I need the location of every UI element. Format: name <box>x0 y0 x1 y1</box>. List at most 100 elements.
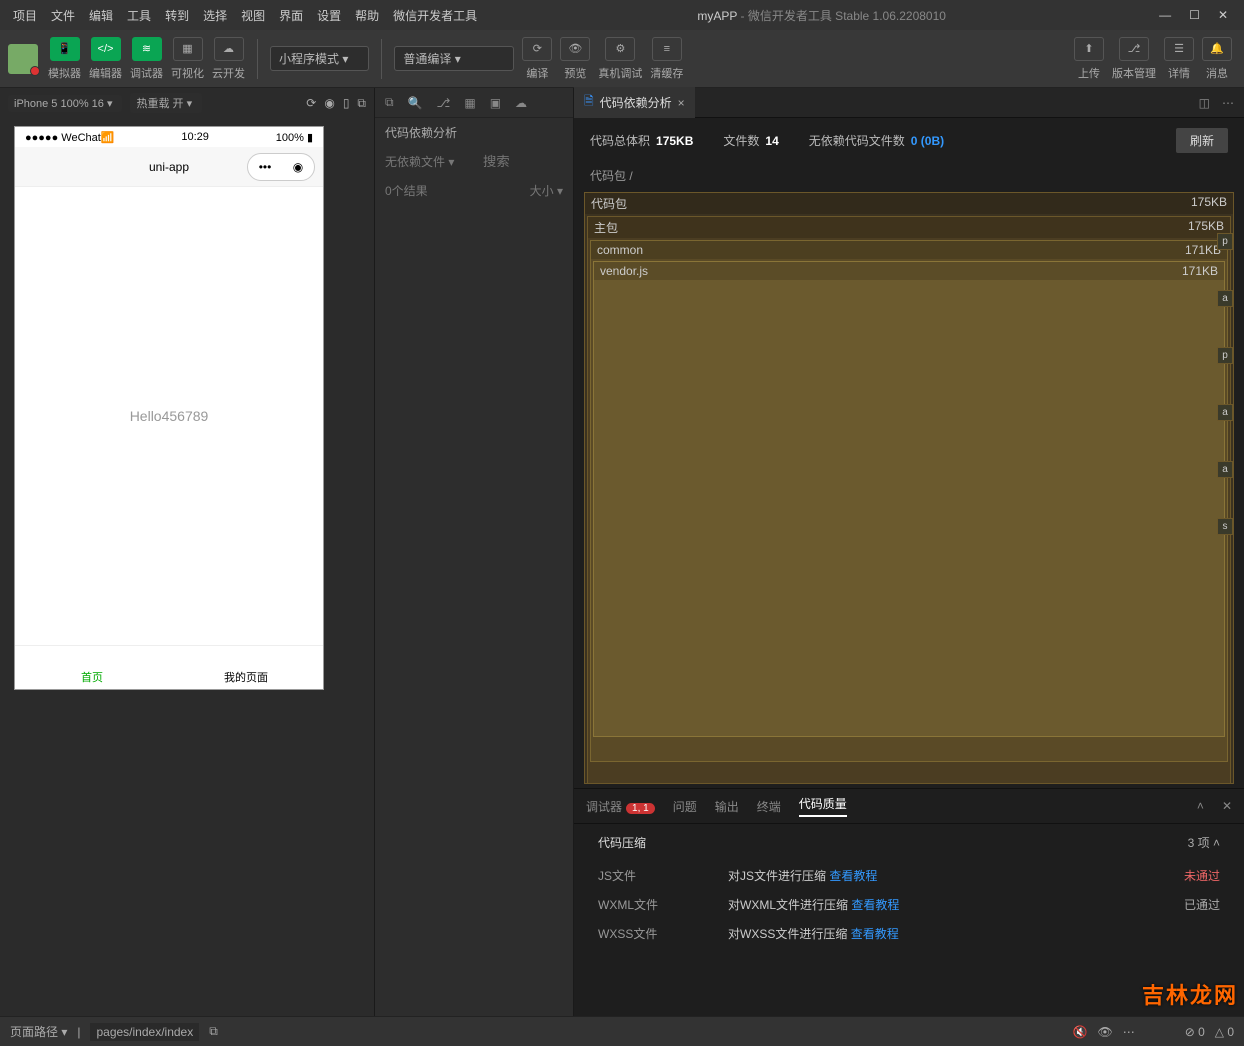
menu-item[interactable]: 界面 <box>272 7 310 24</box>
cloud-icon[interactable]: ☁ <box>515 96 527 110</box>
ext-icon[interactable]: ▦ <box>464 96 475 110</box>
mode-dropdown[interactable]: 小程序模式 ▾ <box>270 46 369 71</box>
treemap-main[interactable]: 主包175KB common171KB vendor.js171KB <box>587 216 1231 784</box>
tutorial-link[interactable]: 查看教程 <box>829 869 877 883</box>
device-dropdown[interactable]: iPhone 5 100% 16 ▾ <box>8 95 122 112</box>
messages-button[interactable]: 🔔消息 <box>1202 37 1232 81</box>
compile-dropdown[interactable]: 普通编译 ▾ <box>394 46 514 71</box>
console-tab-terminal[interactable]: 终端 <box>757 798 781 815</box>
console-tab-problems[interactable]: 问题 <box>673 798 697 815</box>
chevron-up-icon[interactable]: ˄ <box>1197 799 1204 813</box>
error-count[interactable]: ⊘ 0 <box>1185 1025 1205 1039</box>
menu-item[interactable]: 文件 <box>44 7 82 24</box>
signal-label: ●●●●● WeChat📶 <box>25 131 115 144</box>
debugger-toggle[interactable]: ≋调试器 <box>130 37 163 81</box>
close-tab-icon[interactable]: × <box>678 96 685 110</box>
battery-label: 100% ▮ <box>276 131 313 144</box>
menubar: 项目 文件 编辑 工具 转到 选择 视图 界面 设置 帮助 微信开发者工具 my… <box>0 0 1244 30</box>
hotreload-dropdown[interactable]: 热重载 开 ▾ <box>130 93 202 113</box>
compile-button[interactable]: ⟳编译 <box>522 37 552 81</box>
branch-icon[interactable]: ⎇ <box>437 96 451 110</box>
eye-icon[interactable]: 👁 <box>1097 1025 1112 1039</box>
copy-icon[interactable]: ⧉ <box>209 1024 218 1039</box>
quality-section: 代码压缩 <box>598 834 646 851</box>
more-icon[interactable]: ⋯ <box>1222 96 1234 110</box>
simulator-toggle[interactable]: 📱模拟器 <box>48 37 81 81</box>
preview-button[interactable]: 👁预览 <box>560 37 590 81</box>
mute-icon[interactable]: 🔇 <box>1073 1025 1088 1039</box>
details-button[interactable]: ☰详情 <box>1164 37 1194 81</box>
upload-button[interactable]: ⬆上传 <box>1074 37 1104 81</box>
page-path[interactable]: pages/index/index <box>90 1023 199 1041</box>
nav-title: uni-app <box>149 160 189 174</box>
close-panel-icon[interactable]: ✕ <box>1222 799 1232 813</box>
file-icon: 🗎 <box>584 92 594 113</box>
warning-count[interactable]: △ 0 <box>1215 1025 1234 1039</box>
clear-cache-button[interactable]: ≡清缓存 <box>650 37 683 81</box>
metrics-bar: 代码总体积175KB 文件数14 无依赖代码文件数0 (0B) 刷新 <box>574 118 1244 163</box>
tab-mine[interactable]: 我的页面 <box>169 646 323 689</box>
cloud-toggle[interactable]: ☁云开发 <box>212 37 245 81</box>
avatar[interactable] <box>8 44 38 74</box>
menu-item[interactable]: 微信开发者工具 <box>386 7 484 24</box>
treemap-vendor[interactable]: vendor.js171KB <box>593 261 1225 737</box>
statusbar: 页面路径 ▾ | pages/index/index ⧉ 🔇 👁 ⋯ ⊘ 0 △… <box>0 1016 1244 1046</box>
watermark: 吉林龙网 <box>1142 978 1238 1010</box>
breadcrumb[interactable]: 代码包 / <box>574 163 1244 188</box>
result-count: 0个结果 <box>385 182 428 199</box>
visual-toggle[interactable]: ▦可视化 <box>171 37 204 81</box>
search-input[interactable] <box>483 154 563 169</box>
tab-home[interactable]: 首页 <box>15 646 169 689</box>
quality-row: WXSS文件对WXSS文件进行压缩 查看教程 <box>598 919 1220 948</box>
capsule[interactable]: •••◉ <box>247 153 315 181</box>
menu-item[interactable]: 帮助 <box>348 7 386 24</box>
device-icon[interactable]: ▯ <box>343 96 350 110</box>
filter-dropdown[interactable]: 无依赖文件 ▾ <box>385 153 454 170</box>
treemap-common[interactable]: common171KB vendor.js171KB <box>590 240 1228 762</box>
window-title: myAPP - 微信开发者工具 Stable 1.06.2208010 <box>484 7 1159 24</box>
menu-item[interactable]: 选择 <box>196 7 234 24</box>
menu-item[interactable]: 转到 <box>158 7 196 24</box>
treemap-siblings: p a p a a s <box>1217 233 1233 783</box>
editor-toggle[interactable]: </>编辑器 <box>89 37 122 81</box>
menu-item[interactable]: 视图 <box>234 7 272 24</box>
simulator-pane: iPhone 5 100% 16 ▾ 热重载 开 ▾ ⟳ ◉ ▯ ⧉ ●●●●●… <box>0 88 374 1016</box>
page-path-label[interactable]: 页面路径 ▾ <box>10 1023 67 1040</box>
page-content: Hello456789 <box>130 408 209 424</box>
quality-row: JS文件对JS文件进行压缩 查看教程未通过 <box>598 861 1220 890</box>
toolbar: 📱模拟器 </>编辑器 ≋调试器 ▦可视化 ☁云开发 小程序模式 ▾ 普通编译 … <box>0 30 1244 88</box>
panel-title: 代码依赖分析 <box>375 118 573 147</box>
treemap[interactable]: 代码包175KB 主包175KB common171KB vendor.js17… <box>584 192 1234 784</box>
dependency-sidebar: ⧉ 🔍 ⎇ ▦ ▣ ☁ 代码依赖分析 无依赖文件 ▾ 0个结果 大小 ▾ <box>374 88 574 1016</box>
tutorial-link[interactable]: 查看教程 <box>851 898 899 912</box>
menu-item[interactable]: 设置 <box>310 7 348 24</box>
quality-count: 3 项 ˄ <box>1188 834 1220 861</box>
refresh-icon[interactable]: ⟳ <box>306 96 316 110</box>
maximize-icon[interactable]: ☐ <box>1189 8 1200 22</box>
minimize-icon[interactable]: ― <box>1159 8 1171 22</box>
console-panel: 调试器1, 1 问题 输出 终端 代码质量 ˄ ✕ 代码压缩 3 项 ˄ JS文件… <box>574 788 1244 1008</box>
remote-debug-button[interactable]: ⚙真机调试 <box>598 37 642 81</box>
console-tab-quality[interactable]: 代码质量 <box>799 795 847 817</box>
size-dropdown[interactable]: 大小 ▾ <box>530 182 563 199</box>
menu-item[interactable]: 项目 <box>6 7 44 24</box>
popout-icon[interactable]: ⧉ <box>357 96 366 111</box>
console-tab-debugger[interactable]: 调试器1, 1 <box>586 798 655 815</box>
more-icon[interactable]: ⋯ <box>1123 1025 1135 1039</box>
quality-row: WXML文件对WXML文件进行压缩 查看教程已通过 <box>598 890 1220 919</box>
clock-label: 10:29 <box>181 131 209 143</box>
split-icon[interactable]: ◫ <box>1199 96 1210 110</box>
search-icon[interactable]: 🔍 <box>408 96 423 110</box>
close-icon[interactable]: ✕ <box>1218 8 1228 22</box>
copy-icon[interactable]: ⧉ <box>385 95 394 110</box>
console-tab-output[interactable]: 输出 <box>715 798 739 815</box>
record-icon[interactable]: ◉ <box>324 96 334 110</box>
phone-frame: ●●●●● WeChat📶 10:29 100% ▮ uni-app •••◉ … <box>14 126 324 690</box>
tab-dependency[interactable]: 🗎 代码依赖分析 × <box>574 87 695 118</box>
version-button[interactable]: ⎇版本管理 <box>1112 37 1156 81</box>
box-icon[interactable]: ▣ <box>490 96 501 110</box>
menu-item[interactable]: 工具 <box>120 7 158 24</box>
refresh-button[interactable]: 刷新 <box>1176 128 1228 153</box>
tutorial-link[interactable]: 查看教程 <box>851 927 899 941</box>
menu-item[interactable]: 编辑 <box>82 7 120 24</box>
